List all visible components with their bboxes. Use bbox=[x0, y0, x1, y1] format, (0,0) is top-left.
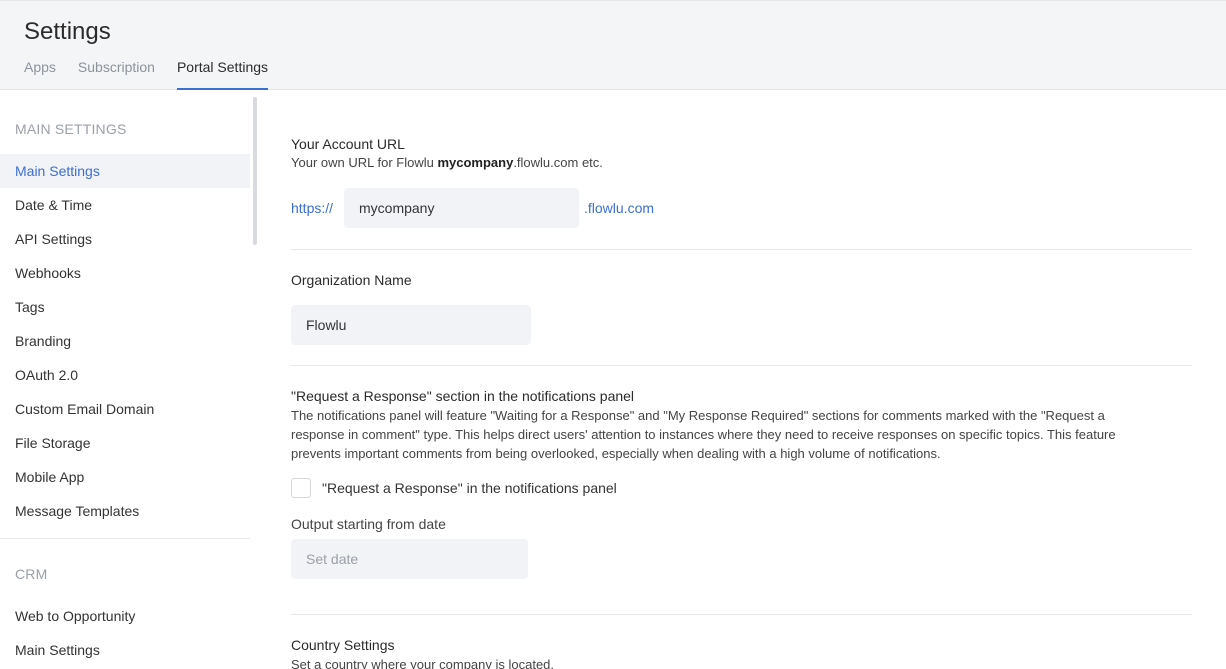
sidebar-item-branding[interactable]: Branding bbox=[0, 324, 250, 358]
account-url-input[interactable] bbox=[344, 188, 579, 228]
section-divider bbox=[291, 614, 1192, 615]
main-content: Your Account URL Your own URL for Flowlu… bbox=[291, 90, 1192, 669]
sidebar-item-tags[interactable]: Tags bbox=[0, 290, 250, 324]
output-date-label: Output starting from date bbox=[291, 516, 446, 532]
settings-app: Settings Apps Subscription Portal Settin… bbox=[0, 0, 1226, 669]
account-url-description: Your own URL for Flowlu mycompany.flowlu… bbox=[291, 155, 603, 170]
sidebar-heading-main-settings: MAIN SETTINGS bbox=[15, 121, 127, 137]
request-response-description-line-2: response in comment" type. This helps di… bbox=[291, 427, 1116, 442]
tab-bar: Apps Subscription Portal Settings bbox=[24, 58, 290, 90]
tab-apps[interactable]: Apps bbox=[24, 58, 56, 90]
request-response-title: "Request a Response" section in the noti… bbox=[291, 388, 635, 404]
sidebar-item-mobile-app[interactable]: Mobile App bbox=[0, 460, 250, 494]
url-suffix: .flowlu.com bbox=[584, 200, 655, 216]
header: Settings Apps Subscription Portal Settin… bbox=[0, 0, 1226, 90]
request-response-description-line-1: The notifications panel will feature "Wa… bbox=[291, 408, 1105, 423]
sidebar-item-main-settings[interactable]: Main Settings bbox=[0, 154, 250, 188]
account-url-title: Your Account URL bbox=[291, 136, 405, 152]
sidebar-divider bbox=[0, 538, 250, 539]
sidebar-item-oauth[interactable]: OAuth 2.0 bbox=[0, 358, 250, 392]
request-response-checkbox[interactable] bbox=[291, 478, 311, 498]
organization-name-title: Organization Name bbox=[291, 272, 412, 288]
section-divider bbox=[291, 249, 1192, 250]
request-response-description-line-3: prevents important comments from being o… bbox=[291, 446, 941, 461]
sidebar-item-custom-email-domain[interactable]: Custom Email Domain bbox=[0, 392, 250, 426]
sidebar-item-api-settings[interactable]: API Settings bbox=[0, 222, 250, 256]
sidebar-heading-crm: CRM bbox=[15, 566, 48, 582]
organization-name-input[interactable] bbox=[291, 305, 531, 345]
output-date-input[interactable] bbox=[291, 539, 528, 579]
sidebar-item-web-to-opportunity[interactable]: Web to Opportunity bbox=[0, 599, 250, 633]
request-response-checkbox-label[interactable]: "Request a Response" in the notification… bbox=[322, 480, 617, 496]
sidebar-item-date-time[interactable]: Date & Time bbox=[0, 188, 250, 222]
page-title: Settings bbox=[24, 18, 111, 45]
tab-subscription[interactable]: Subscription bbox=[78, 58, 155, 90]
country-settings-description: Set a country where your company is loca… bbox=[291, 657, 555, 669]
sidebar-item-file-storage[interactable]: File Storage bbox=[0, 426, 250, 460]
section-divider bbox=[291, 365, 1192, 366]
sidebar-item-crm-main-settings[interactable]: Main Settings bbox=[0, 633, 250, 667]
sidebar-scrollbar[interactable] bbox=[253, 97, 257, 245]
sidebar: MAIN SETTINGS Main Settings Date & Time … bbox=[0, 90, 260, 669]
tab-portal-settings[interactable]: Portal Settings bbox=[176, 58, 269, 90]
sidebar-item-webhooks[interactable]: Webhooks bbox=[0, 256, 250, 290]
url-prefix: https:// bbox=[291, 200, 334, 216]
country-settings-title: Country Settings bbox=[291, 637, 395, 653]
sidebar-item-message-templates[interactable]: Message Templates bbox=[0, 494, 250, 528]
